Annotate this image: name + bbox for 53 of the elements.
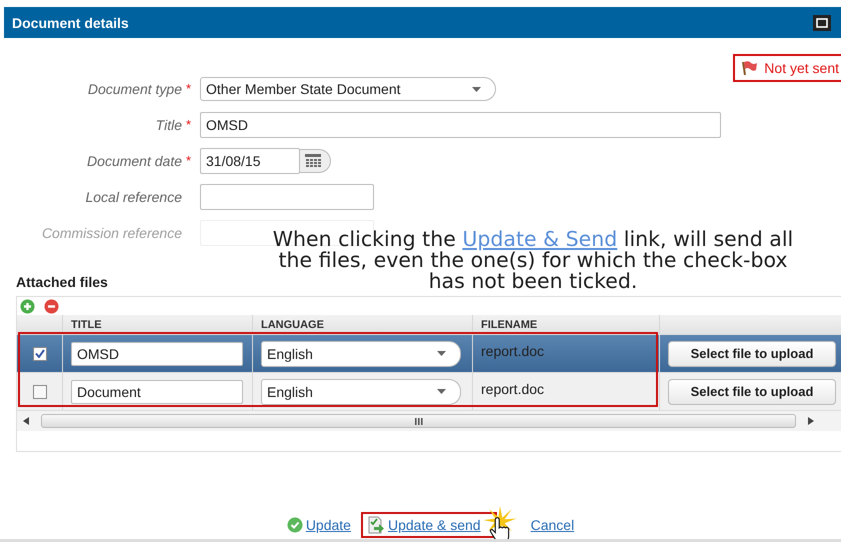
- column-header: LANGUAGE: [253, 315, 473, 334]
- local-reference-field[interactable]: [200, 184, 374, 210]
- calendar-button[interactable]: [300, 149, 331, 173]
- language-dropdown[interactable]: English: [261, 378, 461, 404]
- dropdown-caret-icon: [437, 389, 446, 394]
- row-checkbox[interactable]: [32, 384, 46, 398]
- plus-icon: [20, 299, 35, 314]
- maximize-button[interactable]: [813, 14, 831, 30]
- section-heading: Attached files: [16, 274, 108, 292]
- upload-button[interactable]: Select file to upload: [668, 378, 836, 404]
- field-label: Commission reference: [40, 225, 182, 241]
- scroll-right-icon: [808, 417, 814, 425]
- window-title: Document details: [12, 14, 129, 30]
- horizontal-scrollbar[interactable]: [17, 411, 841, 431]
- required-marker: *: [185, 153, 192, 169]
- field-label: Document type: [86, 81, 182, 97]
- dropdown-caret-icon: [472, 86, 481, 92]
- minus-icon: [44, 299, 59, 314]
- upload-button[interactable]: Select file to upload: [668, 340, 836, 366]
- title-field[interactable]: OMSD: [200, 112, 721, 138]
- scrollbar-thumb[interactable]: [41, 414, 796, 428]
- flag-icon: [740, 60, 758, 76]
- document-type-dropdown[interactable]: Other Member State Document: [200, 77, 496, 101]
- required-marker: *: [185, 81, 192, 97]
- remove-button[interactable]: [44, 299, 59, 315]
- action-link[interactable]: Cancel: [524, 513, 580, 537]
- status-text: Not yet sent: [764, 60, 839, 76]
- field-label: Document date: [86, 153, 182, 169]
- annotation-text: When clicking the Update & Send link, will send all the files, even the one(s) for which the check-box has not been ticked.: [272, 229, 794, 292]
- field-label: Local reference: [84, 189, 182, 205]
- action-link[interactable]: Update: [280, 513, 357, 537]
- grip-icon: [414, 418, 422, 424]
- table-row[interactable]: OMSD English report.doc Select file to upload: [17, 335, 841, 373]
- filename-text: report.doc: [481, 343, 544, 359]
- date-field[interactable]: 31/08/15: [200, 148, 300, 174]
- required-marker: *: [185, 117, 192, 133]
- calendar-icon: [305, 154, 321, 168]
- title-input[interactable]: Document: [71, 380, 243, 404]
- title-input[interactable]: OMSD: [71, 342, 243, 366]
- column-header: TITLE: [63, 315, 253, 334]
- check-circle-icon: [286, 517, 303, 533]
- row-checkbox[interactable]: [32, 346, 46, 360]
- filename-text: report.doc: [481, 381, 544, 397]
- language-dropdown[interactable]: English: [261, 340, 461, 366]
- maximize-icon: [816, 18, 828, 28]
- field-label: Title: [154, 117, 182, 133]
- checkmark-icon: [34, 349, 44, 358]
- scroll-left-icon: [23, 417, 29, 425]
- column-header: FILENAME: [473, 315, 660, 334]
- dropdown-caret-icon: [437, 351, 446, 356]
- add-button[interactable]: [20, 299, 35, 315]
- table-row[interactable]: Document English report.doc Select file to upload: [17, 373, 841, 411]
- send-document-icon: [366, 516, 385, 534]
